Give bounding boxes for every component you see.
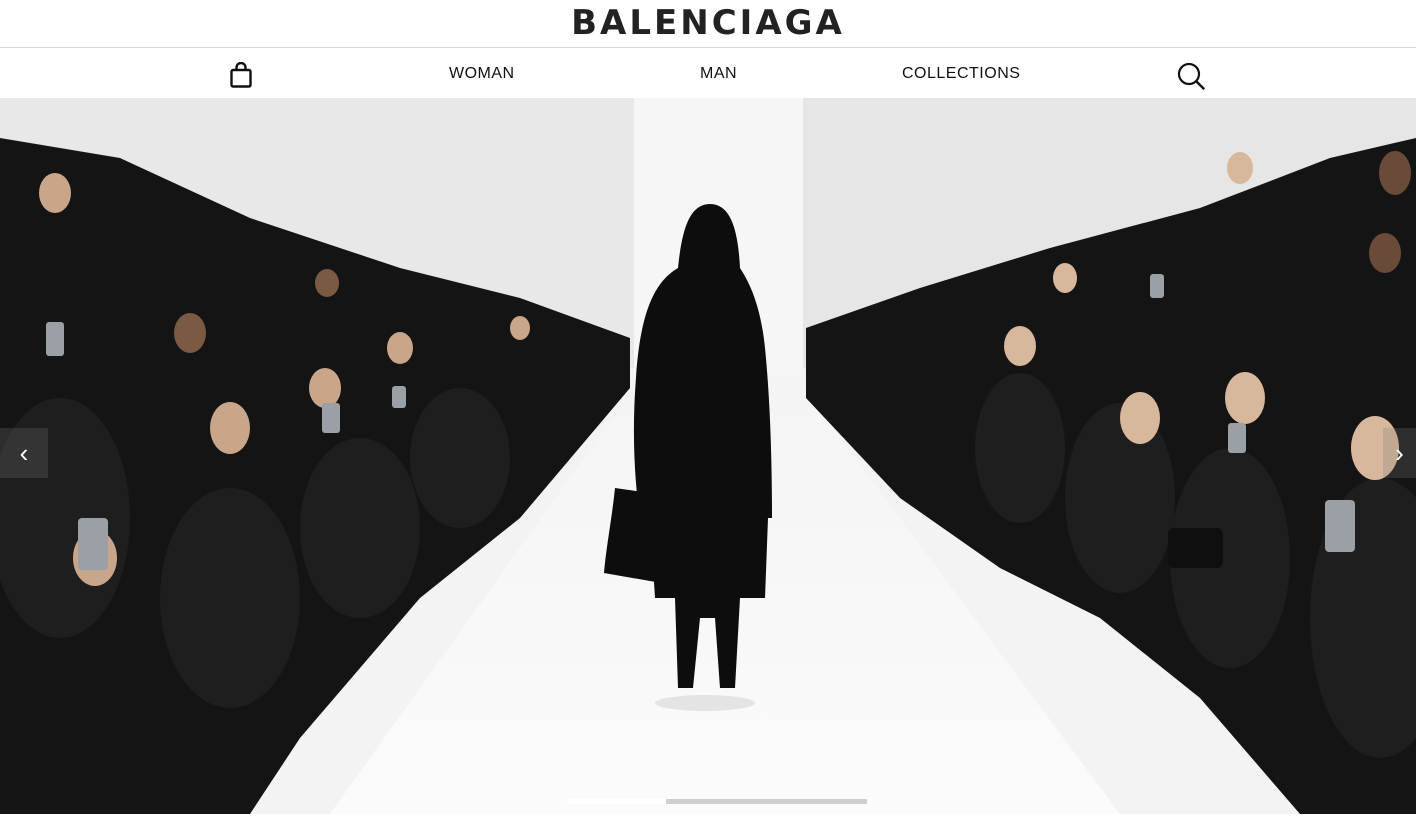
carousel-progress-bar xyxy=(567,799,867,804)
shopping-bag-icon[interactable] xyxy=(230,62,252,88)
carousel-next-button[interactable]: › xyxy=(1383,428,1416,478)
search-icon[interactable] xyxy=(1177,62,1205,90)
nav-woman[interactable]: WOMAN xyxy=(449,48,515,98)
site-header: BALENCIAGA xyxy=(0,0,1416,48)
runway-photo xyxy=(0,98,1416,814)
brand-logo[interactable]: BALENCIAGA xyxy=(0,0,1416,46)
carousel-progress-fill xyxy=(567,799,666,804)
carousel-prev-button[interactable]: ‹ xyxy=(0,428,48,478)
nav-man[interactable]: MAN xyxy=(700,48,737,98)
nav-collections[interactable]: COLLECTIONS xyxy=(902,48,1020,98)
hero-slide[interactable] xyxy=(0,98,1416,814)
